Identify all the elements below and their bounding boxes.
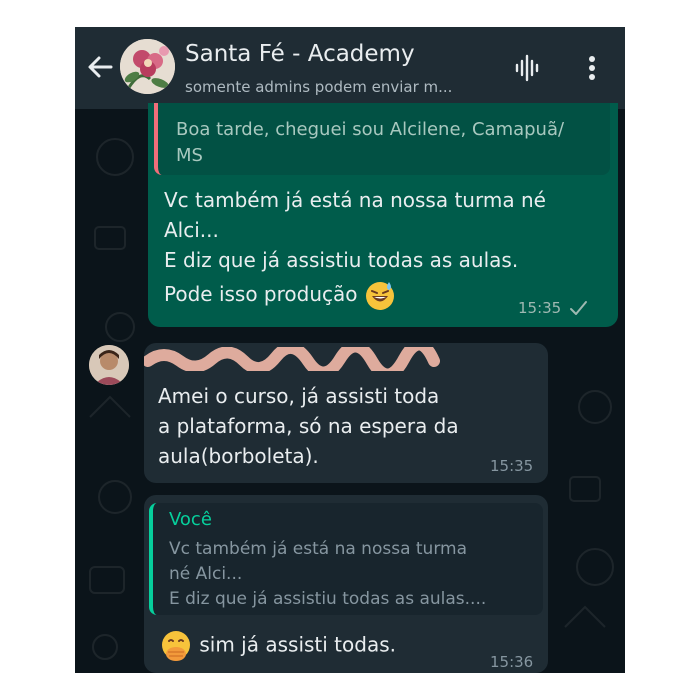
back-arrow-icon[interactable] xyxy=(85,52,115,82)
single-check-icon xyxy=(570,301,587,315)
message-text-line: E diz que já assistiu todas as aulas. xyxy=(164,248,519,272)
flower-image xyxy=(120,39,175,94)
quoted-text-line: Vc também já está na nossa turma xyxy=(169,539,467,559)
quoted-message[interactable]: Boa tarde, cheguei sou Alcilene, Camapuã… xyxy=(154,103,610,175)
quoted-text-line: MS xyxy=(176,145,203,166)
message-text: Pode isso produção xyxy=(164,282,358,306)
group-avatar[interactable] xyxy=(120,39,175,94)
person-photo xyxy=(89,345,129,385)
message-text-line: Pode isso produção xyxy=(164,279,396,312)
outgoing-message[interactable]: Boa tarde, cheguei sou Alcilene, Camapuã… xyxy=(148,103,618,327)
message-time: 15:36 xyxy=(490,653,534,671)
voice-chat-icon[interactable] xyxy=(513,53,543,83)
message-time: 15:35 xyxy=(490,457,534,475)
incoming-message[interactable]: Amei o curso, já assisti toda a platafor… xyxy=(144,343,548,483)
quoted-message[interactable]: Você Vc também já está na nossa turma né… xyxy=(149,503,543,615)
quoted-text-line: E diz que já assistiu todas as aulas.... xyxy=(169,589,487,609)
message-time: 15:35 xyxy=(518,299,562,317)
chat-subtitle: somente admins podem enviar m... xyxy=(185,78,453,96)
sender-avatar[interactable] xyxy=(89,345,129,385)
message-text: sim já assisti todas. xyxy=(199,632,396,657)
message-text-line: Alci... xyxy=(164,218,219,242)
quoted-author: Você xyxy=(169,509,212,530)
message-text-line: sim já assisti todas. xyxy=(159,629,396,663)
more-options-icon[interactable] xyxy=(580,53,604,83)
quoted-text-line: Boa tarde, cheguei sou Alcilene, Camapuã… xyxy=(176,119,565,140)
message-text-line: Amei o curso, já assisti toda xyxy=(158,384,440,408)
chat-title[interactable]: Santa Fé - Academy xyxy=(185,41,415,67)
message-text-line: aula(borboleta). xyxy=(158,444,319,468)
redacted-sender-name xyxy=(144,347,440,371)
hand-over-mouth-emoji xyxy=(162,631,190,661)
message-text-line: a plataforma, só na espera da xyxy=(158,414,459,438)
quoted-text-line: né Alci... xyxy=(169,564,243,584)
message-text-line: Vc também já está na nossa turma né xyxy=(164,188,546,212)
sweat-smile-emoji xyxy=(365,281,394,310)
chat-screen: Santa Fé - Academy somente admins podem … xyxy=(75,27,625,673)
chat-header: Santa Fé - Academy somente admins podem … xyxy=(75,27,625,109)
